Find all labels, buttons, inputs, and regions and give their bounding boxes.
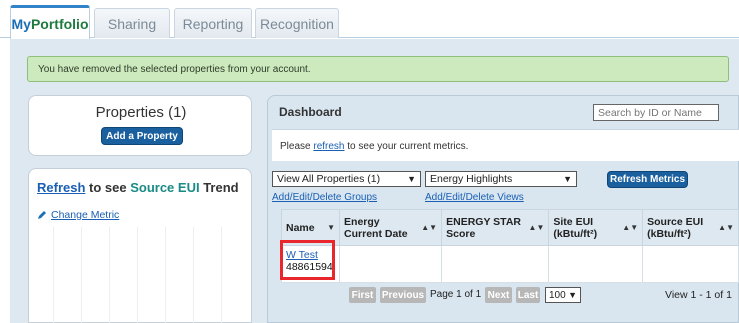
view-select-value: View All Properties (1) bbox=[277, 173, 381, 185]
first-page-button[interactable]: First bbox=[349, 287, 376, 303]
highlight-box bbox=[280, 240, 335, 280]
properties-panel: Properties (1) Add a Property bbox=[28, 95, 252, 156]
trend-suffix: Trend bbox=[199, 180, 239, 195]
trend-to-see: to see bbox=[85, 180, 131, 195]
cell-date bbox=[339, 245, 443, 283]
trend-panel: Refresh to see Source EUI Trend Change M… bbox=[28, 168, 252, 323]
dashboard-search-input[interactable] bbox=[593, 104, 719, 121]
chevron-down-icon: ▼ bbox=[568, 290, 577, 300]
column-name-label: Name bbox=[286, 221, 315, 234]
trend-refresh-link[interactable]: Refresh bbox=[37, 180, 85, 195]
notice-refresh-link[interactable]: refresh bbox=[313, 141, 344, 152]
column-source-eui-label: Source EUI (kBtu/ft²) bbox=[647, 215, 704, 240]
per-page-select[interactable]: 100 ▼ bbox=[545, 287, 581, 303]
column-date-label: Energy Current Date bbox=[344, 215, 408, 240]
pager: First Previous Page 1 of 1 Next Last 100… bbox=[272, 283, 739, 309]
cell-source-eui bbox=[642, 245, 739, 283]
column-header-site-eui[interactable]: Site EUI (kBtu/ft²) ▲▼ bbox=[548, 209, 644, 246]
pencil-icon bbox=[38, 211, 46, 219]
column-site-eui-label: Site EUI (kBtu/ft²) bbox=[553, 215, 598, 240]
view-count: View 1 - 1 of 1 bbox=[665, 289, 732, 301]
metric-view-select[interactable]: Energy Highlights ▼ bbox=[425, 171, 577, 187]
sort-icon: ▲▼ bbox=[718, 223, 734, 232]
tab-sharing[interactable]: Sharing bbox=[94, 8, 170, 38]
notice-prefix: Please bbox=[280, 141, 314, 152]
sort-icon: ▲▼ bbox=[528, 223, 545, 232]
per-page-value: 100 bbox=[549, 289, 566, 301]
tab-myportfolio-label-b: Portfolio bbox=[30, 15, 89, 32]
tab-reporting[interactable]: Reporting bbox=[174, 8, 252, 38]
edit-views-link[interactable]: Add/Edit/Delete Views bbox=[425, 192, 524, 203]
trend-title: Refresh to see Source EUI Trend bbox=[37, 180, 239, 195]
refresh-metrics-button[interactable]: Refresh Metrics bbox=[607, 171, 688, 188]
tab-myportfolio-label-a: My bbox=[11, 15, 31, 32]
table-header-row: Name ▼ Energy Current Date ▲▼ ENERGY STAR … bbox=[280, 209, 739, 246]
sort-icon: ▲▼ bbox=[622, 223, 639, 232]
properties-title: Properties (1) bbox=[95, 104, 187, 121]
dashboard-panel: Dashboard Please refresh to see your cur… bbox=[267, 95, 739, 323]
trend-chart-area bbox=[41, 227, 241, 323]
previous-page-button[interactable]: Previous bbox=[380, 287, 426, 303]
change-metric-label: Change Metric bbox=[51, 209, 120, 221]
change-metric-link[interactable]: Change Metric bbox=[37, 209, 119, 221]
edit-groups-link[interactable]: Add/Edit/Delete Groups bbox=[272, 192, 377, 203]
status-alert: You have removed the selected properties… bbox=[27, 56, 729, 82]
column-header-date[interactable]: Energy Current Date ▲▼ bbox=[339, 209, 443, 246]
tab-reporting-label: Reporting bbox=[182, 15, 244, 32]
last-page-button[interactable]: Last bbox=[516, 287, 540, 303]
table-row: W Test 48861594 bbox=[280, 245, 739, 283]
refresh-notice: Please refresh to see your current metri… bbox=[272, 129, 739, 161]
tab-bar: My Portfolio Sharing Reporting Recognitio… bbox=[0, 0, 739, 39]
next-page-button[interactable]: Next bbox=[485, 287, 512, 303]
cell-score bbox=[441, 245, 550, 283]
view-select[interactable]: View All Properties (1) ▼ bbox=[272, 171, 421, 187]
tab-recognition-label: Recognition bbox=[260, 15, 334, 32]
tab-myportfolio[interactable]: My Portfolio bbox=[10, 5, 90, 39]
column-score-label: ENERGY STAR Score bbox=[446, 215, 521, 240]
column-header-score[interactable]: ENERGY STAR Score ▲▼ bbox=[441, 209, 550, 246]
sort-desc-icon: ▼ bbox=[327, 223, 336, 232]
chevron-down-icon: ▼ bbox=[563, 174, 572, 184]
tab-recognition[interactable]: Recognition bbox=[255, 8, 339, 38]
sort-icon: ▲▼ bbox=[421, 223, 438, 232]
properties-table: Name ▼ Energy Current Date ▲▼ ENERGY STAR … bbox=[280, 209, 739, 283]
tab-sharing-label: Sharing bbox=[107, 15, 157, 32]
chevron-down-icon: ▼ bbox=[407, 174, 416, 184]
metric-select-value: Energy Highlights bbox=[430, 173, 513, 185]
dashboard-title: Dashboard bbox=[279, 105, 342, 119]
add-property-button[interactable]: Add a Property bbox=[101, 127, 183, 145]
notice-suffix: to see your current metrics. bbox=[344, 141, 469, 152]
cell-site-eui bbox=[548, 245, 644, 283]
page-indicator: Page 1 of 1 bbox=[430, 289, 482, 300]
column-header-source-eui[interactable]: Source EUI (kBtu/ft²) ▲▼ bbox=[642, 209, 739, 246]
trend-metric-name: Source EUI bbox=[130, 180, 200, 195]
